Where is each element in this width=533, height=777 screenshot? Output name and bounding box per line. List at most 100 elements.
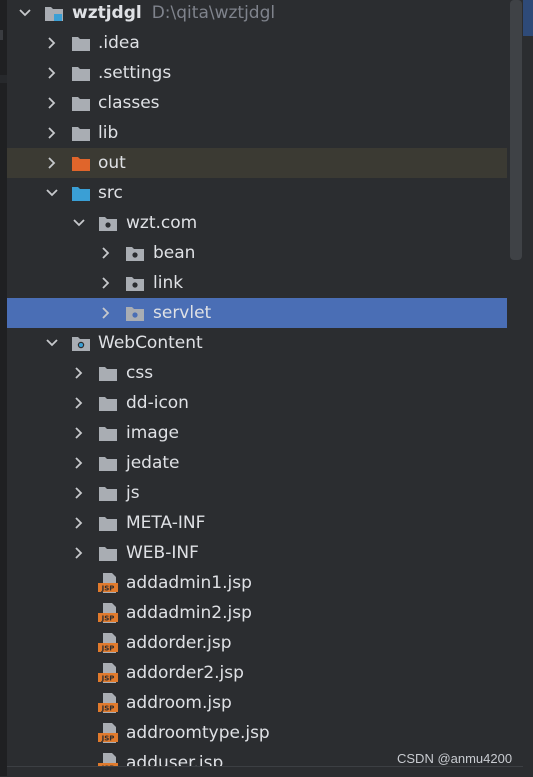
package-icon <box>126 307 144 321</box>
project-folder-icon <box>45 7 63 21</box>
tree-item-out[interactable]: out <box>7 148 507 178</box>
tree-item-css[interactable]: css <box>7 358 507 388</box>
chevron-down-icon[interactable] <box>44 185 60 201</box>
chevron-down-icon[interactable] <box>71 215 87 231</box>
tree-item-link[interactable]: link <box>7 268 507 298</box>
chevron-right-icon[interactable] <box>71 515 87 531</box>
left-tool-strip <box>0 0 7 776</box>
chevron-right-icon[interactable] <box>44 35 60 51</box>
folder-icon <box>99 397 117 411</box>
tree-item-bean[interactable]: bean <box>7 238 507 268</box>
horizontal-scrollbar[interactable] <box>7 766 523 777</box>
chevron-right-icon[interactable] <box>44 65 60 81</box>
vertical-scrollbar-thumb[interactable] <box>510 0 522 260</box>
tree-item-settings[interactable]: .settings <box>7 58 507 88</box>
tree-item-label: addroomtype.jsp <box>126 723 270 743</box>
tree-item-idea[interactable]: .idea <box>7 28 507 58</box>
folder-icon <box>99 517 117 531</box>
jsp-badge-text: JSP <box>101 645 115 653</box>
tree-item-classes[interactable]: classes <box>7 88 507 118</box>
jsp-badge-text: JSP <box>101 585 115 593</box>
jsp-file-icon: JSP <box>98 633 118 653</box>
folder-icon <box>99 547 117 561</box>
tree-item-file[interactable]: JSP addadmin2.jsp <box>7 598 507 628</box>
source-folder-icon <box>72 187 90 201</box>
chevron-right-icon[interactable] <box>71 395 87 411</box>
folder-icon <box>72 97 90 111</box>
chevron-right-icon[interactable] <box>71 425 87 441</box>
jsp-file-icon: JSP <box>98 573 118 593</box>
chevron-right-icon[interactable] <box>98 245 114 261</box>
jsp-badge-text: JSP <box>101 615 115 623</box>
tree-item-file[interactable]: JSP addorder.jsp <box>7 628 507 658</box>
tree-item-wzt-com[interactable]: wzt.com <box>7 208 507 238</box>
tree-item-src[interactable]: src <box>7 178 507 208</box>
tree-item-file[interactable]: JSP addroomtype.jsp <box>7 718 507 748</box>
tree-item-meta-inf[interactable]: META-INF <box>7 508 507 538</box>
tree-item-dd-icon[interactable]: dd-icon <box>7 388 507 418</box>
tree-item-file[interactable]: JSP addadmin1.jsp <box>7 568 507 598</box>
strip-mark <box>0 30 3 40</box>
jsp-badge-text: JSP <box>101 675 115 683</box>
tree-item-label: jedate <box>126 453 180 473</box>
tree-item-label: src <box>98 183 123 203</box>
folder-icon <box>72 67 90 81</box>
jsp-file-icon: JSP <box>98 603 118 623</box>
tree-item-webcontent[interactable]: WebContent <box>7 328 507 358</box>
tree-item-label: addorder2.jsp <box>126 663 244 683</box>
tree-item-label: servlet <box>153 303 212 323</box>
chevron-right-icon[interactable] <box>44 155 60 171</box>
excluded-folder-icon <box>72 157 90 171</box>
tree-item-label: addroom.jsp <box>126 693 232 713</box>
chevron-right-icon[interactable] <box>44 95 60 111</box>
project-name: wztjdgl <box>72 3 142 23</box>
web-folder-icon <box>72 337 90 351</box>
tree-item-label: classes <box>98 93 160 113</box>
folder-icon <box>99 427 117 441</box>
chevron-right-icon[interactable] <box>98 275 114 291</box>
tree-item-file[interactable]: JSP addorder2.jsp <box>7 658 507 688</box>
chevron-right-icon[interactable] <box>71 545 87 561</box>
tree-item-label: .idea <box>98 33 140 53</box>
project-path: D:\qita\wztjdgl <box>151 3 276 23</box>
tree-item-servlet[interactable]: servlet <box>7 298 507 328</box>
tree-item-web-inf[interactable]: WEB-INF <box>7 538 507 568</box>
tree-item-label: image <box>126 423 179 443</box>
tree-item-label: addadmin2.jsp <box>126 603 252 623</box>
editor-edge <box>523 0 533 36</box>
tree-item-label: WebContent <box>98 333 203 353</box>
watermark: CSDN @anmu4200 <box>397 751 513 766</box>
chevron-right-icon[interactable] <box>71 485 87 501</box>
tree-item-label: addorder.jsp <box>126 633 232 653</box>
chevron-down-icon[interactable] <box>17 5 33 21</box>
tree-item-label: link <box>153 273 184 293</box>
tree-item-label: lib <box>98 123 119 143</box>
package-icon <box>126 277 144 291</box>
chevron-right-icon[interactable] <box>71 455 87 471</box>
tree-item-label: wzt.com <box>126 213 198 233</box>
tree-item-label: bean <box>153 243 196 263</box>
chevron-down-icon[interactable] <box>44 335 60 351</box>
tree-item-label: js <box>126 483 140 503</box>
folder-icon <box>99 367 117 381</box>
chevron-right-icon[interactable] <box>71 365 87 381</box>
tree-item-jedate[interactable]: jedate <box>7 448 507 478</box>
tree-item-label: dd-icon <box>126 393 189 413</box>
tree-item-file[interactable]: JSP addroom.jsp <box>7 688 507 718</box>
tree-item-image[interactable]: image <box>7 418 507 448</box>
jsp-file-icon: JSP <box>98 663 118 683</box>
project-tree[interactable]: wztjdgl D:\qita\wztjdgl .idea .settings c… <box>7 0 507 776</box>
folder-icon <box>99 487 117 501</box>
tree-item-label: WEB-INF <box>126 543 199 563</box>
chevron-right-icon[interactable] <box>44 125 60 141</box>
folder-icon <box>99 457 117 471</box>
chevron-right-icon[interactable] <box>98 305 114 321</box>
tree-item-label: .settings <box>98 63 172 83</box>
tree-item-lib[interactable]: lib <box>7 118 507 148</box>
jsp-badge-text: JSP <box>101 735 115 743</box>
strip-mark <box>0 75 7 83</box>
package-icon <box>99 217 117 231</box>
tree-item-label: out <box>98 153 126 173</box>
tree-item-project-root[interactable]: wztjdgl D:\qita\wztjdgl <box>7 0 507 28</box>
tree-item-js[interactable]: js <box>7 478 507 508</box>
